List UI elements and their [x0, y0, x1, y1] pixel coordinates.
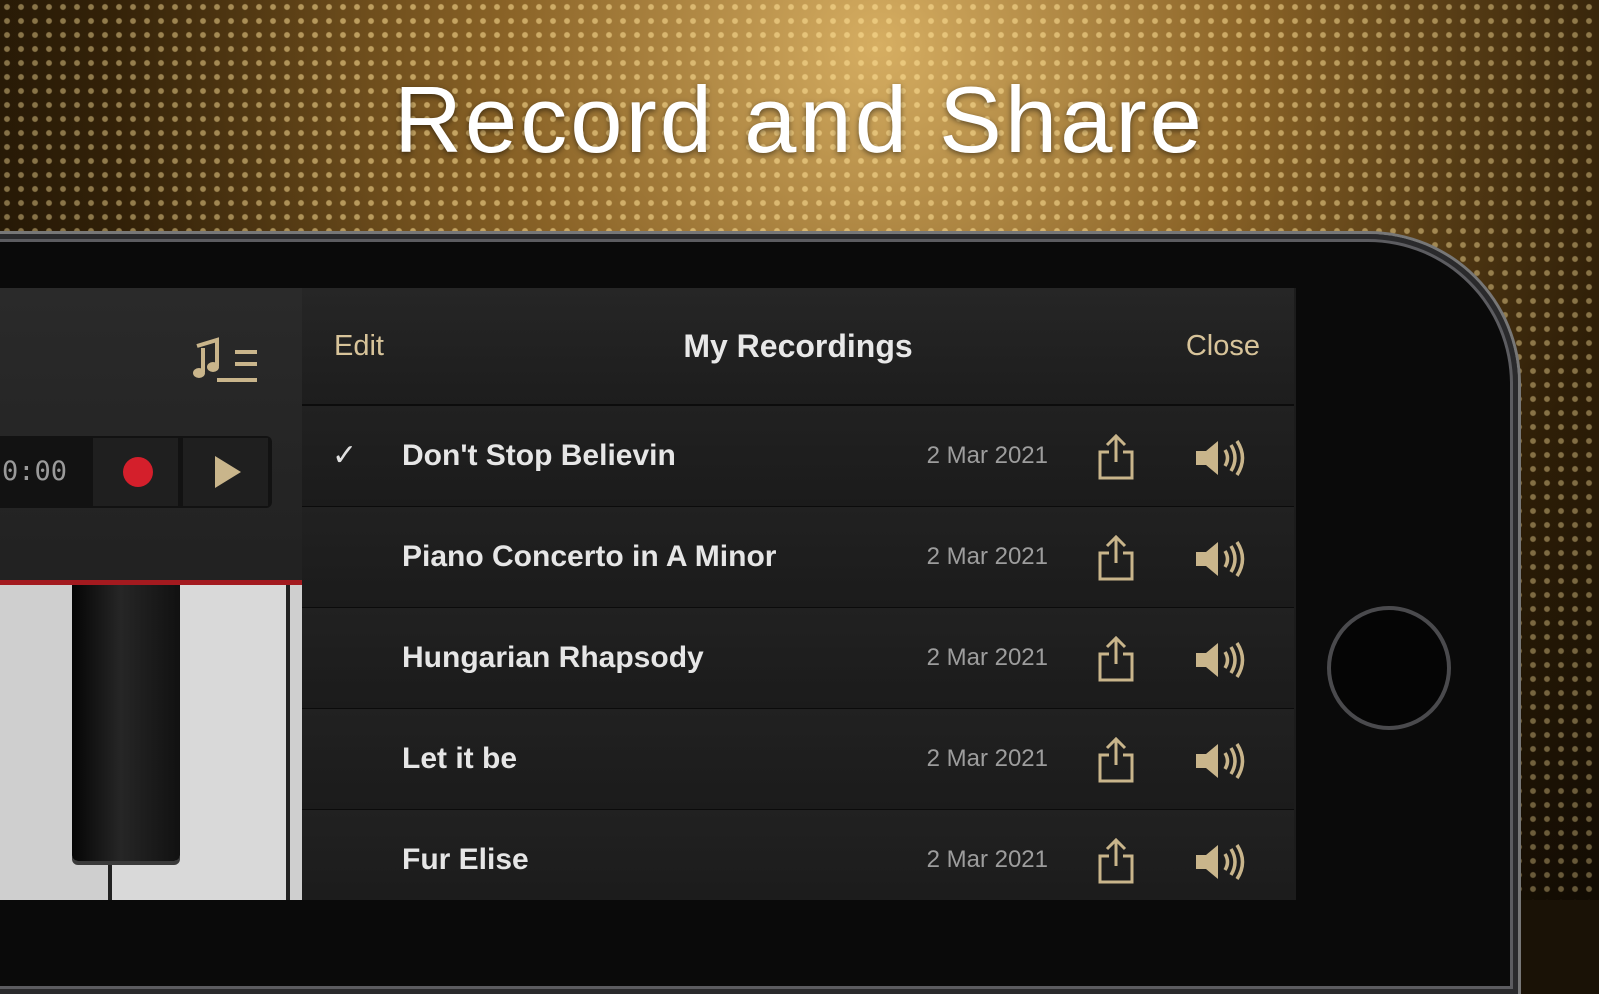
edit-button[interactable]: Edit	[334, 288, 384, 404]
keybed	[0, 540, 302, 580]
song-list-icon[interactable]	[191, 332, 263, 388]
recording-title: Don't Stop Believin	[402, 439, 676, 472]
recording-date: 2 Mar 2021	[926, 745, 1048, 772]
recording-date: 2 Mar 2021	[926, 846, 1048, 873]
recording-title: Hungarian Rhapsody	[402, 641, 704, 674]
share-icon[interactable]	[1096, 736, 1136, 783]
record-icon	[123, 457, 153, 487]
recording-row[interactable]: Piano Concerto in A Minor 2 Mar 2021	[302, 507, 1294, 609]
recording-date: 2 Mar 2021	[926, 644, 1048, 671]
piano-panel: 0:00	[0, 288, 302, 900]
share-icon[interactable]	[1096, 635, 1136, 682]
black-key[interactable]	[72, 585, 180, 861]
speaker-icon[interactable]	[1194, 438, 1246, 478]
share-icon[interactable]	[1096, 837, 1136, 884]
recording-row[interactable]: Hungarian Rhapsody 2 Mar 2021	[302, 608, 1294, 710]
recording-date: 2 Mar 2021	[926, 442, 1048, 469]
speaker-icon[interactable]	[1194, 842, 1246, 882]
record-button[interactable]	[93, 438, 178, 506]
recordings-panel: My Recordings Edit Close ✓ Don't Stop Bel…	[302, 288, 1294, 900]
recording-title: Let it be	[402, 742, 518, 775]
timer: 0:00	[2, 456, 68, 487]
play-button[interactable]	[183, 438, 268, 506]
recording-row[interactable]: ✓ Don't Stop Believin 2 Mar 2021	[302, 406, 1294, 508]
close-button[interactable]: Close	[1186, 288, 1260, 404]
recordings-nav-bar: My Recordings Edit Close	[302, 288, 1294, 406]
recordings-title: My Recordings	[683, 328, 913, 364]
app-screen: 0:00 My Recordings Edit Close ✓ Don't Sto…	[0, 288, 1296, 900]
share-icon[interactable]	[1096, 534, 1136, 581]
checkmark-icon: ✓	[332, 439, 358, 472]
home-button[interactable]	[1327, 606, 1451, 730]
speaker-icon[interactable]	[1194, 539, 1246, 579]
recording-title: Piano Concerto in A Minor	[402, 540, 777, 573]
recording-row[interactable]: Fur Elise 2 Mar 2021	[302, 810, 1294, 900]
share-icon[interactable]	[1096, 433, 1136, 480]
headline: Record and Share	[394, 67, 1205, 172]
recording-date: 2 Mar 2021	[926, 543, 1048, 570]
play-icon	[215, 456, 241, 488]
speaker-icon[interactable]	[1194, 741, 1246, 781]
recording-title: Fur Elise	[402, 843, 529, 876]
speaker-icon[interactable]	[1194, 640, 1246, 680]
recording-row[interactable]: Let it be 2 Mar 2021	[302, 709, 1294, 811]
